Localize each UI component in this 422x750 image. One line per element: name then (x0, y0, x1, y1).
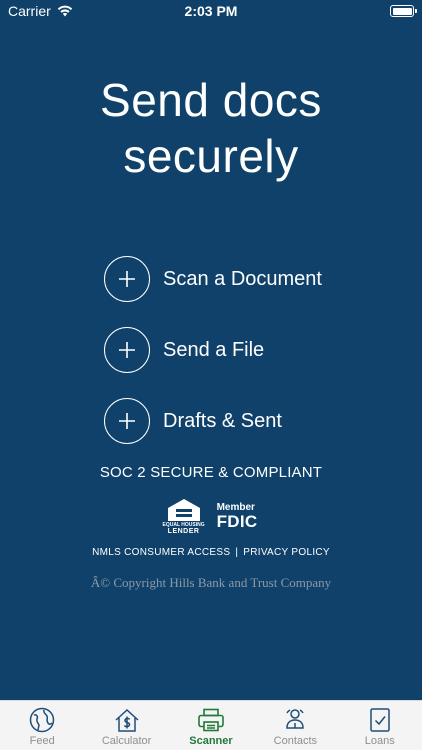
house-icon (167, 499, 200, 521)
scanner-icon (197, 707, 225, 733)
scan-document-button[interactable]: Scan a Document (104, 255, 322, 303)
status-left: Carrier (8, 3, 73, 19)
tab-bar: Feed Calculator Scanner Contacts Loans (0, 700, 422, 750)
send-file-label: Send a File (163, 338, 265, 361)
page-title: Send docs securely (0, 72, 422, 184)
logo-row: EQUAL HOUSING LENDER Member FDIC (0, 498, 422, 535)
carrier-label: Carrier (8, 3, 51, 19)
tab-contacts-label: Contacts (273, 735, 318, 747)
document-check-icon (366, 707, 394, 733)
fdic-logo: Member FDIC (216, 503, 258, 531)
battery-level (392, 7, 412, 15)
page-title-line2: securely (123, 130, 299, 182)
plus-icon (104, 327, 150, 373)
globe-icon (28, 707, 56, 733)
copyright-text: Â© Copyright Hills Bank and Trust Compan… (90, 575, 332, 590)
tab-feed-label: Feed (29, 735, 55, 747)
privacy-policy-link[interactable]: PRIVACY POLICY (243, 547, 330, 558)
drafts-sent-button[interactable]: Drafts & Sent (104, 397, 322, 445)
fdic-name: FDIC (216, 512, 258, 531)
compliance-text: SOC 2 SECURE & COMPLIANT (99, 464, 323, 481)
footer-links: NMLS CONSUMER ACCESS | PRIVACY POLICY (0, 547, 422, 558)
wifi-icon (57, 5, 72, 17)
link-separator: | (235, 547, 239, 558)
send-file-button[interactable]: Send a File (104, 326, 322, 374)
tab-feed[interactable]: Feed (0, 701, 84, 750)
plus-icon (104, 256, 150, 302)
tab-loans[interactable]: Loans (338, 701, 422, 750)
tab-contacts[interactable]: Contacts (253, 701, 337, 750)
tab-calculator-label: Calculator (101, 735, 152, 747)
house-dollar-icon (113, 707, 141, 733)
action-list: Scan a Document Send a File Drafts & Sen… (104, 255, 322, 468)
tab-scanner-label: Scanner (189, 735, 233, 747)
tab-scanner[interactable]: Scanner (169, 701, 253, 750)
equal-housing-lender-logo: EQUAL HOUSING LENDER (163, 498, 205, 535)
nmls-consumer-access-link[interactable]: NMLS CONSUMER ACCESS (92, 547, 230, 558)
tab-loans-label: Loans (364, 735, 395, 747)
page-title-line1: Send docs (100, 74, 322, 126)
ehl-lender: LENDER (167, 528, 200, 535)
battery-icon (390, 5, 417, 17)
plus-icon (104, 398, 150, 444)
drafts-sent-label: Drafts & Sent (163, 409, 282, 432)
tab-calculator[interactable]: Calculator (85, 701, 169, 750)
status-bar: Carrier 2:03 PM (0, 0, 422, 22)
scan-document-label: Scan a Document (163, 267, 322, 290)
contacts-icon (281, 707, 309, 733)
